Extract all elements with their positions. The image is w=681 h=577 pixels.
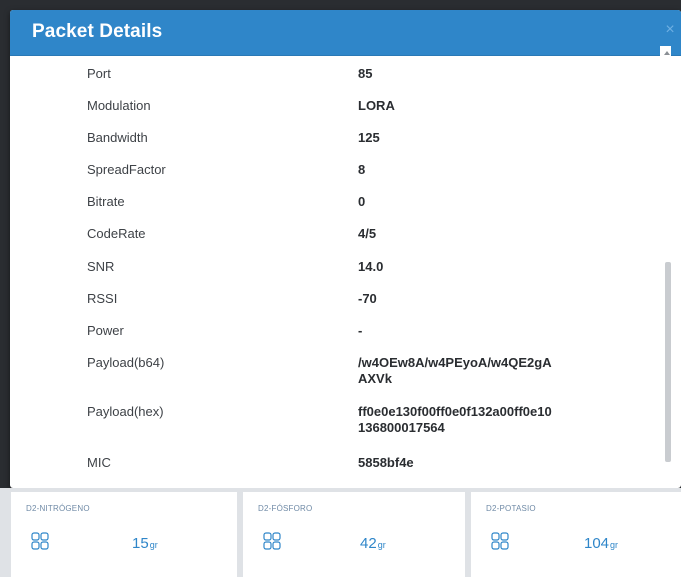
field-value: 5858bf4e	[358, 455, 414, 470]
packet-fields[interactable]: Port 85 Modulation LORA Bandwidth 125 Sp…	[10, 56, 668, 488]
scroll-up-arrow-icon[interactable]	[664, 51, 670, 55]
card-potasio: D2-POTASIO 104gr	[471, 492, 681, 577]
field-value: 0	[358, 194, 366, 209]
modal-header: Packet Details ×	[10, 10, 681, 56]
close-button[interactable]: ×	[662, 21, 678, 39]
field-label: Bandwidth	[87, 130, 148, 145]
field-value: 85	[358, 66, 373, 81]
card-title: D2-POTASIO	[486, 504, 536, 513]
grid-icon	[31, 532, 49, 550]
card-value: 15gr	[132, 535, 158, 552]
card-value: 42gr	[360, 535, 386, 552]
sensor-cards: D2-NITRÓGENO 15gr D2-FÓSFORO 42gr D2-POT…	[0, 488, 681, 577]
field-value: 4/5	[358, 226, 377, 241]
field-value-line: 136800017564	[358, 420, 445, 435]
field-label: Modulation	[87, 98, 151, 113]
field-label: SNR	[87, 259, 115, 274]
field-label: MIC	[87, 455, 111, 470]
field-label: Payload(hex)	[87, 404, 164, 419]
field-label: RSSI	[87, 291, 118, 306]
card-number: 42	[360, 535, 377, 552]
field-value-line: /w4OEw8A/w4PEyoA/w4QE2gA	[358, 355, 552, 370]
card-fosforo: D2-FÓSFORO 42gr	[243, 492, 465, 577]
field-value: ff0e0e130f00ff0e0f132a00ff0e10 136800017…	[358, 404, 618, 436]
card-number: 15	[132, 535, 149, 552]
card-number: 104	[584, 535, 610, 552]
card-title: D2-FÓSFORO	[258, 504, 313, 513]
field-value: 8	[358, 162, 366, 177]
field-label: Bitrate	[87, 194, 125, 209]
card-unit: gr	[610, 540, 619, 550]
card-unit: gr	[149, 540, 158, 550]
grid-icon	[263, 532, 281, 550]
card-value: 104gr	[584, 535, 618, 552]
field-value: -	[358, 323, 363, 338]
field-value-line: AXVk	[358, 371, 392, 386]
grid-icon	[491, 532, 509, 550]
field-label: Port	[87, 66, 111, 81]
field-label: Power	[87, 323, 124, 338]
scrollbar-thumb[interactable]	[665, 262, 671, 462]
packet-details-modal: Packet Details × Port 85 Modulation LORA…	[10, 10, 681, 488]
field-value: 14.0	[358, 259, 384, 274]
modal-title: Packet Details	[32, 21, 163, 42]
card-title: D2-NITRÓGENO	[26, 504, 90, 513]
field-label: SpreadFactor	[87, 162, 166, 177]
field-label: Payload(b64)	[87, 355, 165, 370]
field-value: LORA	[358, 98, 395, 113]
field-value-line: ff0e0e130f00ff0e0f132a00ff0e10	[358, 404, 552, 419]
field-label: CodeRate	[87, 226, 146, 241]
field-value: -70	[358, 291, 377, 306]
card-unit: gr	[377, 540, 386, 550]
field-value: 125	[358, 130, 380, 145]
field-value: /w4OEw8A/w4PEyoA/w4QE2gA AXVk	[358, 355, 618, 387]
card-nitrogeno: D2-NITRÓGENO 15gr	[11, 492, 237, 577]
